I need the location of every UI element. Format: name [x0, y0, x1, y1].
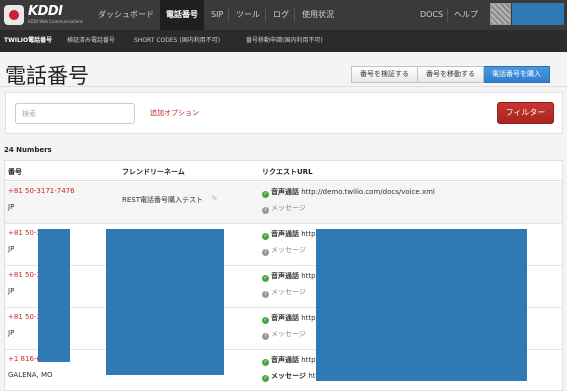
check-circle-icon: ✓	[262, 359, 269, 366]
number-location: JP	[8, 245, 15, 253]
logo-subtext: KDDI Web Communications	[28, 19, 83, 24]
column-header-friendly-name: フレンドリーネーム	[122, 168, 185, 176]
redacted-friendly-names-block	[106, 229, 224, 375]
nav-help[interactable]: ヘルプ	[454, 0, 478, 30]
phone-number-link[interactable]: +81 50-3	[8, 313, 41, 321]
voice-url: http	[301, 356, 316, 364]
voice-label: 音声通話	[271, 230, 299, 238]
nav-divider	[265, 8, 266, 22]
filter-button[interactable]: フィルター	[497, 102, 554, 124]
check-circle-icon: ✓	[262, 317, 269, 324]
voice-label: 音声通話	[271, 314, 299, 322]
voice-url-line: ✓ 音声通話 http://demo.twilio.com/docs/voice.…	[262, 187, 435, 198]
sub-nav: TWILIO電話番号 検証済み電話番号 SHORT CODES (国内利用不可)…	[0, 30, 567, 52]
voice-url: http	[301, 314, 316, 322]
voice-label: 音声通話	[271, 356, 299, 364]
add-option-link[interactable]: 追加オプション	[150, 108, 199, 118]
info-circle-icon: i	[262, 333, 269, 340]
message-url-line: i メッセージ	[262, 203, 306, 214]
subnav-short-codes[interactable]: SHORT CODES (国内利用不可)	[134, 30, 220, 52]
voice-url: http://demo.twilio.com/docs/voice.xml	[301, 188, 435, 196]
message-url-line: i メッセージ	[262, 287, 306, 298]
nav-dashboard[interactable]: ダッシュボード	[98, 0, 154, 30]
number-location: JP	[8, 203, 15, 211]
phone-number-link[interactable]: +81 50-3171-7476	[8, 187, 75, 195]
column-header-number: 番号	[8, 168, 22, 176]
table-header: 番号 フレンドリーネーム リクエストURL	[5, 161, 562, 181]
number-location: JP	[8, 329, 15, 337]
number-count: 24 Numbers	[4, 146, 52, 154]
info-circle-icon: i	[262, 291, 269, 298]
avatar[interactable]	[490, 3, 511, 25]
info-circle-icon: i	[262, 249, 269, 256]
number-location: GALENA, MO	[8, 371, 53, 379]
check-circle-icon: ✓	[262, 191, 269, 198]
subnav-port-requests[interactable]: 番号移動申請(国内利用不可)	[246, 30, 323, 52]
voice-url: http	[301, 272, 316, 280]
search-input[interactable]	[15, 103, 135, 124]
message-label: メッセージ	[271, 246, 306, 254]
voice-url: http	[301, 230, 316, 238]
message-url-line: i メッセージ	[262, 245, 306, 256]
check-circle-icon: ✓	[262, 375, 269, 382]
buy-number-button[interactable]: 電話番号を購入	[484, 66, 550, 83]
table-row[interactable]: +81 50-3171-7476 JP REST電話番号購入テスト ✎ ✓ 音声通…	[5, 182, 562, 224]
account-name-redacted[interactable]	[512, 3, 564, 25]
top-nav: KDDI KDDI Web Communications ダッシュボード 電話番…	[0, 0, 567, 30]
port-number-button[interactable]: 番号を移動する	[418, 66, 484, 83]
action-button-group: 番号を検証する 番号を移動する 電話番号を購入	[351, 66, 550, 83]
nav-sip[interactable]: SIP	[211, 0, 223, 30]
voice-url-line: ✓ 音声通話 http	[262, 313, 316, 324]
message-url-line: i メッセージ	[262, 329, 306, 340]
nav-divider	[294, 8, 295, 22]
number-location: JP	[8, 287, 15, 295]
check-circle-icon: ✓	[262, 233, 269, 240]
check-circle-icon: ✓	[262, 275, 269, 282]
voice-url-line: ✓ 音声通話 http	[262, 355, 316, 366]
phone-number-link[interactable]: +1 816-6	[8, 355, 41, 363]
redacted-numbers-block	[38, 229, 70, 362]
nav-docs[interactable]: DOCS	[420, 0, 443, 30]
voice-label: 音声通話	[271, 272, 299, 280]
filter-panel: 追加オプション フィルター	[5, 92, 563, 134]
phone-number-link[interactable]: +81 50-3	[8, 229, 41, 237]
nav-logs[interactable]: ログ	[273, 0, 289, 30]
info-circle-icon: i	[262, 207, 269, 214]
nav-usage[interactable]: 使用状況	[302, 0, 334, 30]
nav-tools[interactable]: ツール	[236, 0, 260, 30]
phone-number-link[interactable]: +81 50-3	[8, 271, 41, 279]
kddi-logo[interactable]: KDDI KDDI Web Communications	[4, 4, 89, 26]
subnav-twilio-numbers[interactable]: TWILIO電話番号	[4, 30, 52, 52]
message-label: メッセージ	[271, 204, 306, 212]
logo-text: KDDI	[28, 4, 63, 19]
message-url-line: ✓ メッセージ htt	[262, 371, 318, 382]
verify-number-button[interactable]: 番号を検証する	[351, 66, 418, 83]
message-label: メッセージ	[271, 288, 306, 296]
divider	[0, 86, 567, 87]
redacted-urls-block	[316, 229, 527, 381]
message-label: メッセージ	[271, 330, 306, 338]
nav-divider	[447, 8, 448, 22]
voice-url-line: ✓ 音声通話 http	[262, 229, 316, 240]
voice-label: 音声通話	[271, 188, 299, 196]
message-label: メッセージ	[271, 372, 306, 380]
column-header-request-url: リクエストURL	[262, 168, 313, 176]
nav-phone-numbers[interactable]: 電話番号	[160, 0, 204, 30]
logo-mark-icon	[4, 5, 24, 25]
subnav-verified-numbers[interactable]: 検証済み電話番号	[67, 30, 115, 52]
edit-pencil-icon[interactable]: ✎	[211, 194, 218, 203]
friendly-name: REST電話番号購入テスト	[122, 196, 204, 204]
nav-divider	[228, 8, 229, 22]
voice-url-line: ✓ 音声通話 http	[262, 271, 316, 282]
